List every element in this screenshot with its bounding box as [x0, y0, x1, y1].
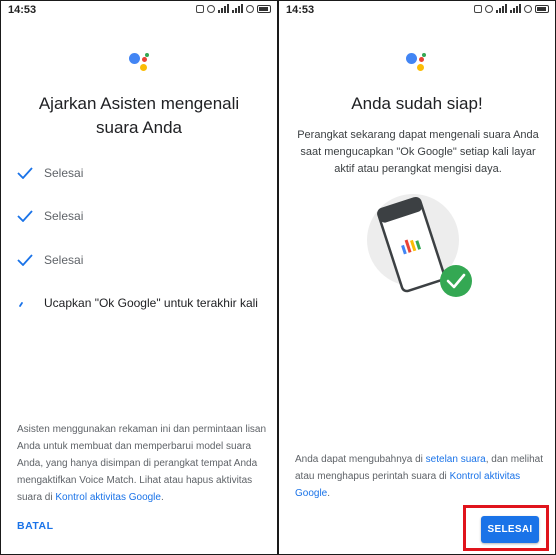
image-frame [0, 0, 556, 555]
